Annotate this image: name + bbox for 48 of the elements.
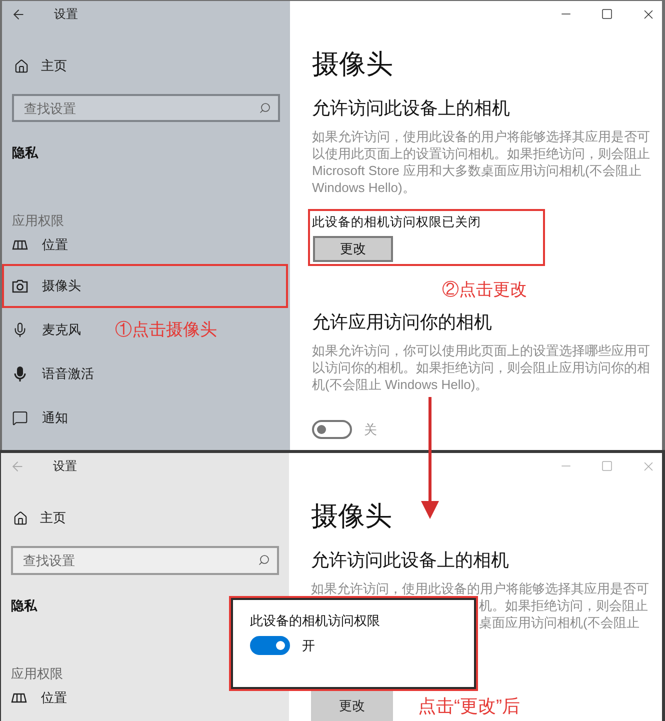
group-label: 应用权限 [11,665,63,683]
search-icon [259,102,271,114]
window-title: 设置 [53,458,77,474]
camera-icon [12,279,28,293]
section-title: 隐私 [11,597,37,615]
toggle-switch[interactable] [312,420,352,440]
annotation-label: ②点击更改 [442,280,527,300]
permission-label: 此设备的相机访问权限 [250,612,380,630]
nav-item[interactable]: 位置 [1,687,69,709]
section-heading: 允许应用访问你的相机 [312,311,492,333]
filled-microphone-icon [12,366,28,382]
map-icon [11,693,27,703]
annotation-label: 点击“更改”后 [418,695,520,717]
section-heading: 允许访问此设备上的相机 [312,97,510,119]
description-text: 如果允许访问，使用此设备的用户将能够选择其应用是否可以使用此页面上的设置访问相机。如果拒绝访问，则会阻止 Microsoft Store 应用和大多数桌面应用访问相机(不会阻止 Windows Hello)。 [312,128,651,196]
group-label: 应用权限 [12,212,64,230]
search-field[interactable]: 查找设置 [11,546,279,575]
page-title: 摄像头 [311,501,392,531]
home-nav-item[interactable]: 主页 [14,51,67,81]
home-icon [14,58,29,74]
maximize-icon[interactable] [601,8,613,20]
page-title: 摄像头 [312,49,393,79]
nav-item[interactable]: 摄像头 [2,264,288,308]
microphone-icon [12,322,28,338]
nav-item[interactable]: 麦克风 [2,308,83,352]
description-text: 机。如果拒绝访问，则会阻止 [479,597,648,614]
change-button[interactable]: 更改 [313,236,393,262]
nav-item[interactable]: 位置 [2,234,70,256]
nav-item[interactable]: 通知 [2,396,70,440]
status-text: 此设备的相机访问权限已关闭 [312,214,481,231]
annotation-label: ①点击摄像头 [115,319,217,341]
home-nav-item[interactable]: 主页 [13,503,66,533]
description-text: 桌面应用访问相机(不会阻止 [479,614,640,631]
description-text: 如果允许访问，使用此设备的用户将能够选择其应用是否可 [311,580,649,597]
section-heading: 允许访问此设备上的相机 [311,549,509,571]
search-field[interactable]: 查找设置 [12,94,280,122]
toggle-switch[interactable] [250,636,290,656]
toggle-state-label: 关 [364,421,377,439]
nav-item[interactable]: 语音激活 [2,352,96,396]
speech-bubble-icon [12,410,28,426]
map-icon [12,240,28,250]
toggle-state-label: 开 [302,637,315,655]
section-title: 隐私 [12,144,38,162]
change-button[interactable]: 更改 [311,691,393,721]
home-icon [13,510,28,526]
description-text: 如果允许访问，你可以使用此页面上的设置选择哪些应用可以访问你的相机。如果拒绝访问，则会阻止应用访问你的相机(不会阻止 Windows Hello)。 [312,342,651,393]
search-icon [258,554,270,566]
window-title: 设置 [54,6,78,22]
